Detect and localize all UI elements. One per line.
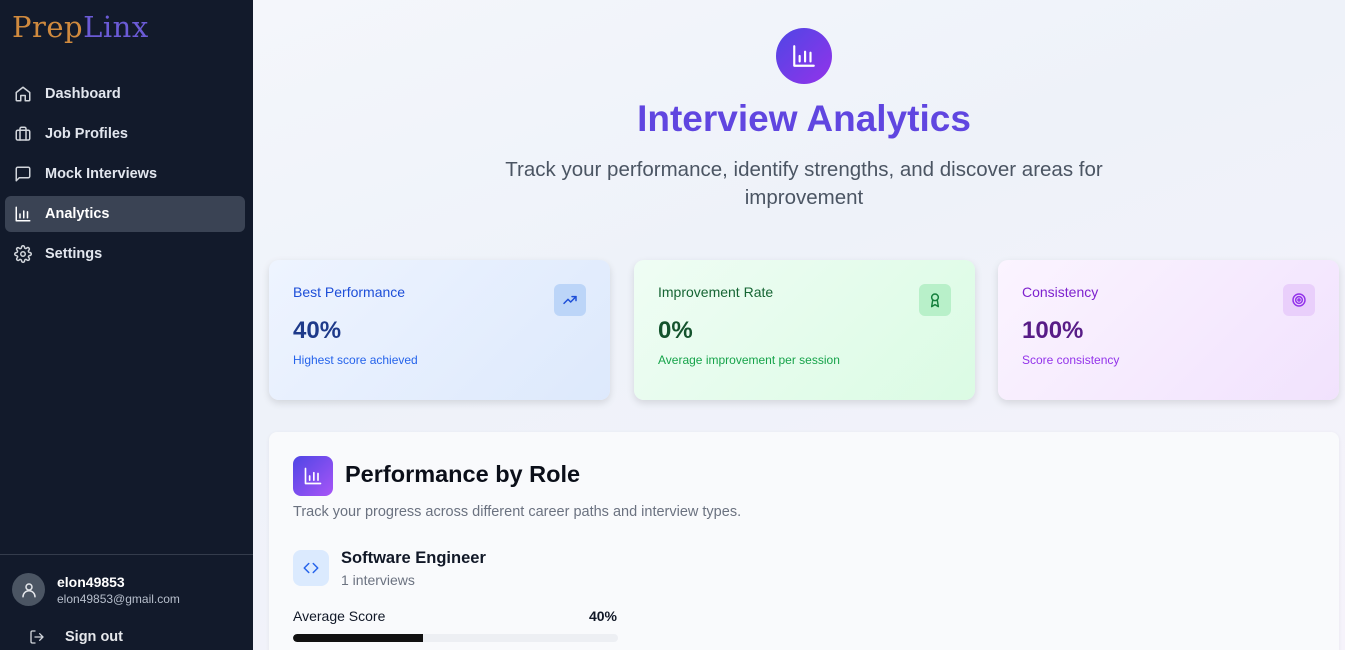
logo[interactable]: PrepLinx [12, 10, 149, 44]
stat-label: Consistency [1022, 284, 1099, 300]
sidebar-nav: Dashboard Job Profiles Mock Interviews A… [5, 76, 245, 276]
sidebar-item-label: Settings [45, 246, 103, 262]
logo-part-1: Prep [12, 10, 84, 44]
score-progress-fill [293, 634, 423, 642]
sidebar-item-dashboard[interactable]: Dashboard [5, 76, 245, 112]
stat-value: 100% [1022, 317, 1084, 344]
user-name: elon49853 [57, 573, 125, 590]
bar-chart-icon [776, 28, 832, 84]
briefcase-icon [14, 125, 32, 143]
logo-part-2: Linx [83, 10, 149, 44]
main-content: Interview Analytics Track your performan… [253, 0, 1345, 650]
score-progress-bar [293, 634, 618, 642]
stat-card-improvement-rate: Improvement Rate 0% Average improvement … [634, 260, 975, 400]
stat-description: Average improvement per session [658, 353, 840, 367]
sidebar-item-label: Job Profiles [45, 126, 128, 142]
panel-title: Performance by Role [345, 461, 581, 487]
sidebar-item-settings[interactable]: Settings [5, 236, 245, 272]
bar-chart-icon [293, 456, 333, 496]
trending-up-icon [554, 284, 586, 316]
sign-out-button[interactable]: Sign out [29, 629, 123, 645]
sidebar: PrepLinx Dashboard Job Profiles Mock Int… [0, 0, 253, 650]
sidebar-item-mock-interviews[interactable]: Mock Interviews [5, 156, 245, 192]
award-icon [919, 284, 951, 316]
role-name: Software Engineer [341, 549, 486, 567]
page-title: Interview Analytics [637, 98, 971, 139]
stat-description: Score consistency [1022, 353, 1120, 367]
average-score-value: 40% [588, 608, 617, 624]
role-interview-count: 1 interviews [341, 572, 415, 588]
sidebar-item-job-profiles[interactable]: Job Profiles [5, 116, 245, 152]
bar-chart-icon [14, 205, 32, 223]
user-icon [21, 582, 36, 597]
stat-label: Best Performance [293, 284, 406, 300]
stat-label: Improvement Rate [658, 284, 774, 300]
code-icon [293, 550, 329, 586]
avatar [12, 573, 45, 606]
stat-description: Highest score achieved [293, 353, 418, 367]
stat-value: 0% [658, 317, 693, 344]
average-score-label: Average Score [293, 608, 386, 624]
performance-by-role-panel: Performance by Role Track your progress … [269, 432, 1339, 650]
message-square-icon [14, 165, 32, 183]
target-icon [1283, 284, 1315, 316]
log-out-icon [30, 630, 44, 644]
sign-out-label: Sign out [65, 629, 123, 645]
user-email: elon49853@gmail.com [57, 591, 180, 606]
home-icon [14, 85, 32, 103]
sidebar-divider [0, 554, 253, 555]
sidebar-item-label: Mock Interviews [45, 166, 158, 182]
stat-card-best-performance: Best Performance 40% Highest score achie… [269, 260, 610, 400]
stat-card-consistency: Consistency 100% Score consistency [998, 260, 1339, 400]
gear-icon [14, 245, 32, 263]
panel-subtitle: Track your progress across different car… [293, 504, 742, 520]
user-profile[interactable]: elon49853 elon49853@gmail.com [12, 573, 180, 606]
stat-value: 40% [293, 317, 342, 344]
sidebar-item-label: Analytics [45, 206, 110, 222]
page-subtitle: Track your performance, identify strengt… [505, 158, 1103, 209]
sidebar-item-label: Dashboard [45, 86, 121, 102]
sidebar-item-analytics[interactable]: Analytics [5, 196, 245, 232]
